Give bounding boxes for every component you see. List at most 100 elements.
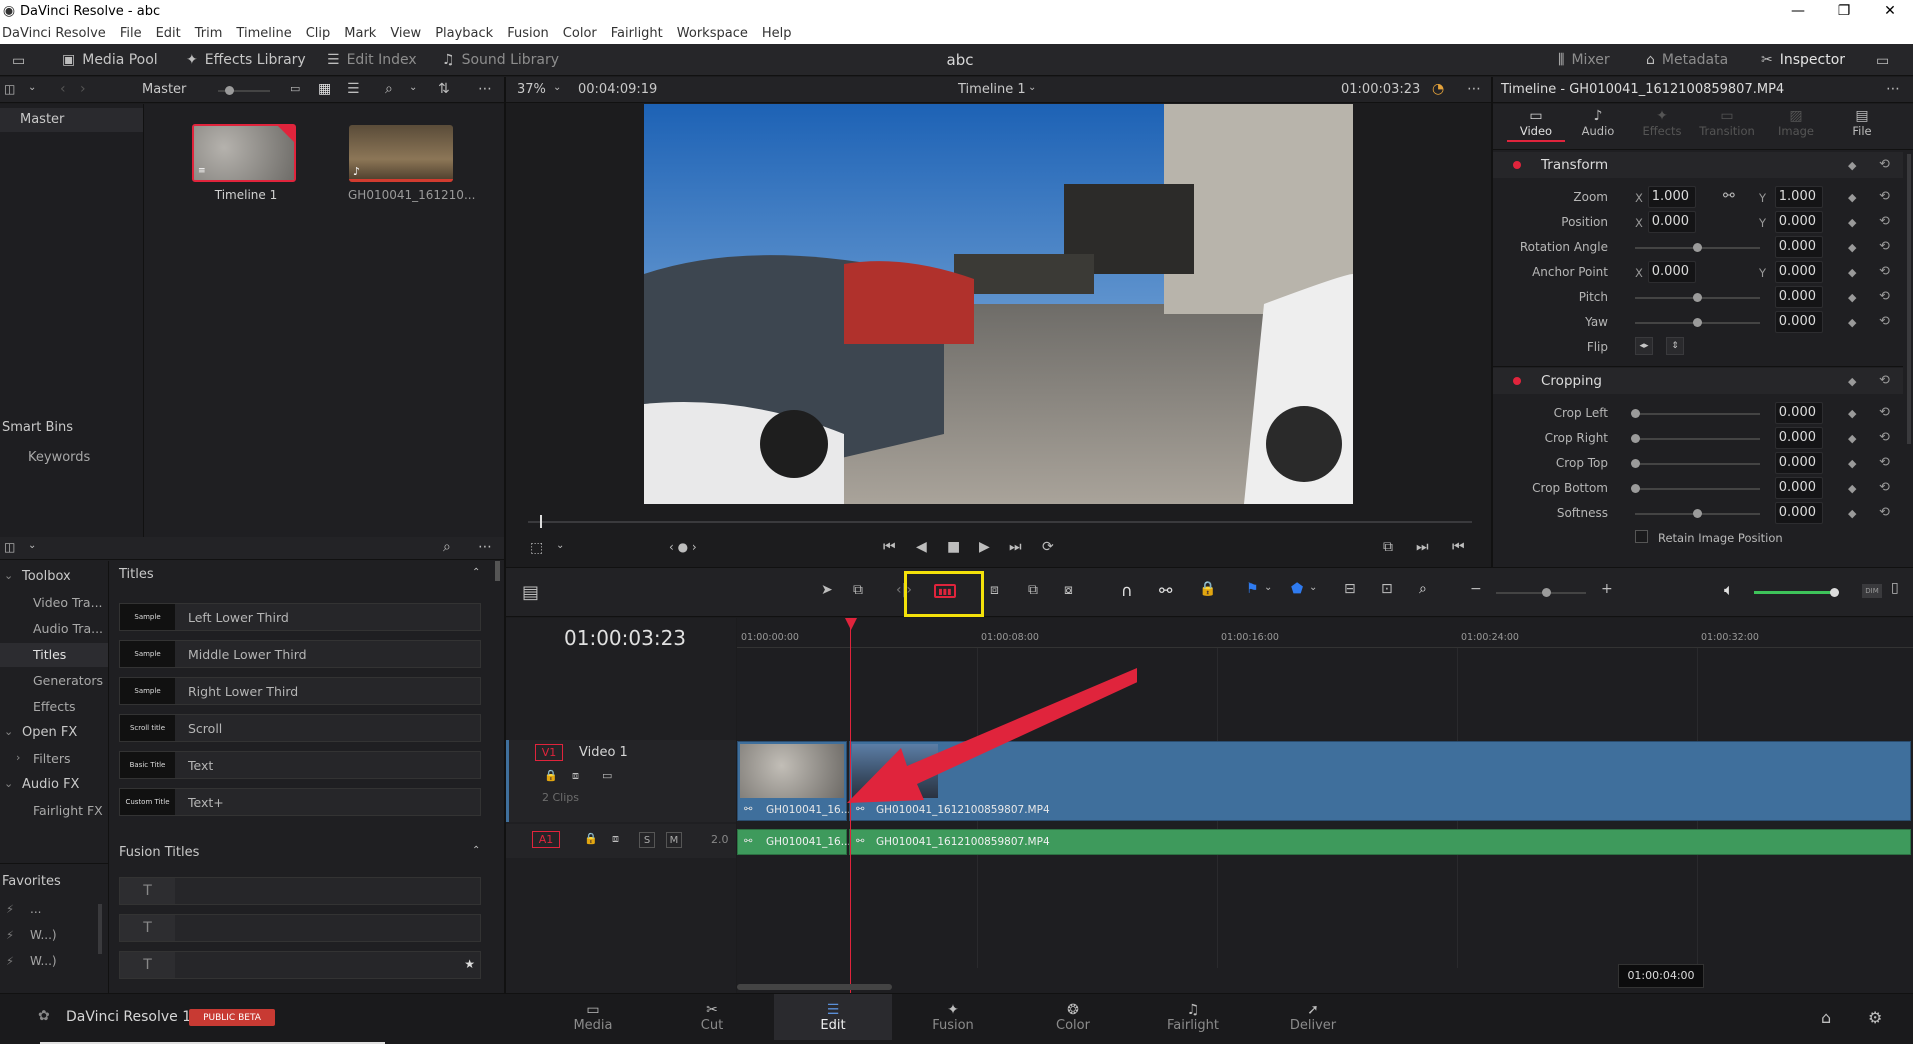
flag-icon[interactable]: ⚑ — [1246, 581, 1259, 597]
tree-item-filters[interactable]: Filters — [33, 751, 70, 766]
title-item-middle-lower-third[interactable]: Sample Middle Lower Third — [119, 640, 481, 668]
crop-bottom-slider[interactable] — [1635, 488, 1760, 490]
inspector-scrollbar[interactable] — [1907, 154, 1911, 444]
anchor-y-field[interactable]: 0.000 — [1775, 261, 1823, 283]
lock-icon[interactable]: 🔒 — [584, 832, 598, 845]
insert-clip-icon[interactable]: ⧈ — [990, 582, 999, 598]
transform-section-header[interactable]: Transform ◆ ⟲ — [1493, 152, 1903, 178]
rotation-field[interactable]: 0.000 — [1775, 236, 1823, 258]
chevron-down-icon[interactable]: ⌄ — [28, 540, 36, 551]
speaker-icon[interactable]: 🔈︎ — [1724, 580, 1734, 600]
zoom-full-icon[interactable]: ⊟ — [1344, 581, 1356, 597]
keyframe-icon[interactable]: ◆ — [1848, 507, 1856, 520]
title-item-text[interactable]: Basic Title Text — [119, 751, 481, 779]
fusion-title-item[interactable]: T — [119, 914, 481, 942]
chevron-down-icon[interactable]: ⌄ — [1264, 582, 1272, 593]
menu-edit[interactable]: Edit — [149, 26, 188, 41]
yaw-field[interactable]: 0.000 — [1775, 311, 1823, 333]
zoom-out-icon[interactable]: − — [1470, 581, 1482, 597]
favorite-item[interactable]: ... — [30, 902, 41, 916]
chevron-down-icon[interactable]: ⌄ — [409, 82, 417, 93]
menu-help[interactable]: Help — [755, 26, 799, 41]
reset-icon[interactable]: ⟲ — [1879, 314, 1890, 329]
thumb-size-knob[interactable] — [225, 86, 234, 95]
crop-bottom-field[interactable]: 0.000 — [1775, 477, 1823, 499]
link-icon[interactable]: ⚯ — [1723, 188, 1735, 204]
trim-tool-icon[interactable]: ⧉ — [853, 582, 863, 598]
menu-workspace[interactable]: Workspace — [670, 26, 755, 41]
timeline-zoom-knob[interactable] — [1542, 588, 1551, 597]
clip-thumb-timeline1[interactable]: ≡ — [192, 124, 296, 182]
play-reverse-icon[interactable]: ◀ — [916, 539, 927, 555]
search-icon[interactable]: ⌕ — [443, 539, 451, 555]
anchor-x-field[interactable]: 0.000 — [1648, 261, 1696, 283]
play-icon[interactable]: ▶ — [979, 539, 990, 555]
tab-image[interactable]: ▨ Image — [1767, 108, 1825, 138]
chevron-up-icon[interactable]: ⌃ — [472, 567, 480, 578]
dim-icon[interactable]: DIM — [1862, 584, 1882, 598]
keyframe-icon[interactable]: ◆ — [1848, 216, 1856, 229]
tree-item-effects[interactable]: Effects — [33, 699, 76, 714]
tree-item-audiofx[interactable]: Audio FX — [22, 777, 79, 792]
keyframe-icon[interactable]: ◆ — [1848, 432, 1856, 445]
search-icon[interactable]: ⌕ — [385, 81, 393, 97]
timeline-ruler[interactable]: 01:00:00:00 01:00:08:00 01:00:16:00 01:0… — [737, 618, 1913, 648]
crop-top-field[interactable]: 0.000 — [1775, 452, 1823, 474]
viewer-timeline-name[interactable]: Timeline 1 — [958, 82, 1026, 97]
auto-select-icon[interactable]: ⧈ — [612, 832, 619, 846]
page-tab-media[interactable]: ▭ Media — [543, 994, 643, 1040]
go-to-end-icon[interactable]: ⏭ — [1009, 539, 1022, 555]
fusion-title-item[interactable]: T ★ — [119, 951, 481, 979]
viewer-scrubber[interactable] — [528, 521, 1472, 523]
keyframe-icon[interactable]: ◆ — [1848, 191, 1856, 204]
enable-dot-icon[interactable] — [1513, 377, 1521, 385]
tab-effects[interactable]: ✦ Effects — [1633, 108, 1691, 138]
favorites-scrollbar[interactable] — [98, 904, 102, 954]
reset-icon[interactable]: ⟲ — [1879, 455, 1890, 470]
audio-clip-a[interactable]: ⚯ GH010041_16... — [737, 829, 851, 855]
viewer-zoom[interactable]: 37% — [517, 82, 546, 97]
menu-file[interactable]: File — [113, 26, 149, 41]
menu-fairlight[interactable]: Fairlight — [604, 26, 670, 41]
close-button[interactable]: ✕ — [1867, 0, 1913, 22]
chevron-up-icon[interactable]: ⌃ — [472, 845, 480, 856]
back-icon[interactable]: ‹ — [60, 81, 66, 97]
enable-dot-icon[interactable] — [1513, 161, 1521, 169]
timeline-zoom-slider[interactable] — [1496, 592, 1586, 594]
volume-slider[interactable] — [1754, 591, 1834, 594]
menu-clip[interactable]: Clip — [299, 26, 338, 41]
cropping-section-header[interactable]: Cropping ◆ ⟲ — [1493, 368, 1903, 394]
crop-top-knob[interactable] — [1631, 459, 1640, 468]
track-visibility-icon[interactable]: ▭ — [602, 769, 612, 782]
keyframe-icon[interactable]: ◆ — [1848, 375, 1856, 388]
marker-icon[interactable]: ⬟ — [1291, 581, 1303, 597]
sidebar-item-master[interactable]: Master — [0, 108, 143, 132]
sound-library-button[interactable]: ♫ Sound Library — [442, 44, 559, 76]
tree-item-video-transitions[interactable]: Video Tra... — [33, 595, 103, 610]
flip-vertical-icon[interactable]: ⇕ — [1666, 337, 1684, 355]
blade-tool-icon[interactable]: ▮▮▮ — [934, 584, 956, 598]
position-lock-icon[interactable]: 🔒 — [1199, 581, 1216, 597]
audio-clip-b[interactable]: ⚯ GH010041_1612100859807.MP4 — [849, 829, 1911, 855]
video-clip-a[interactable]: ⚯ GH010041_16... — [737, 741, 851, 821]
menu-mark[interactable]: Mark — [337, 26, 383, 41]
menu-color[interactable]: Color — [556, 26, 604, 41]
metadata-view-icon[interactable]: ▭ — [290, 82, 300, 95]
pitch-field[interactable]: 0.000 — [1775, 286, 1823, 308]
auto-select-icon[interactable]: ⧈ — [572, 769, 579, 783]
favorite-item[interactable]: W...) — [30, 928, 57, 942]
softness-field[interactable]: 0.000 — [1775, 502, 1823, 524]
title-item-left-lower-third[interactable]: Sample Left Lower Third — [119, 603, 481, 631]
tab-video[interactable]: ▭ Video — [1507, 108, 1565, 142]
menu-view[interactable]: View — [383, 26, 428, 41]
chevron-down-icon[interactable]: ⌄ — [556, 540, 564, 551]
more-options-icon[interactable]: ⋯ — [1467, 81, 1481, 97]
page-tab-cut[interactable]: ✂ Cut — [662, 994, 762, 1040]
reset-icon[interactable]: ⟲ — [1879, 289, 1890, 304]
chevron-down-icon[interactable]: ⌄ — [28, 82, 36, 93]
next-edit-icon[interactable]: ⏭ — [1416, 539, 1429, 555]
reset-icon[interactable]: ⟲ — [1879, 264, 1890, 279]
sort-icon[interactable]: ⇅ — [438, 81, 450, 97]
solo-button[interactable]: S — [639, 832, 655, 848]
volume-knob[interactable] — [1830, 588, 1839, 597]
